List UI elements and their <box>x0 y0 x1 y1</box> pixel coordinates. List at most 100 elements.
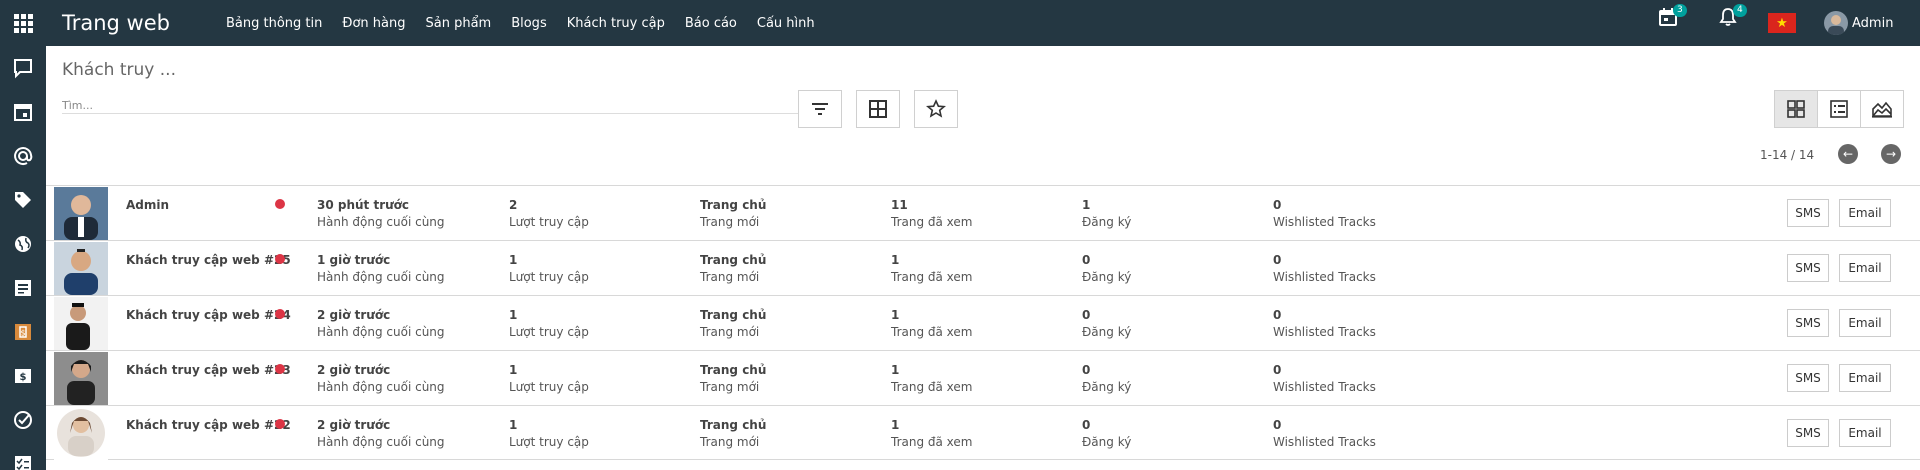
sidebar-todo[interactable] <box>0 398 46 442</box>
email-button[interactable]: Email <box>1839 419 1891 447</box>
grid-icon <box>869 100 887 118</box>
menu-item-configuration[interactable]: Cấu hình <box>747 16 825 31</box>
search-input[interactable] <box>62 99 762 112</box>
sms-button[interactable]: SMS <box>1787 254 1829 282</box>
list-icon <box>1830 100 1848 118</box>
visits-cell: 1 Lượt truy cập <box>509 253 589 284</box>
registrations-cell: 0 Đăng ký <box>1082 418 1132 449</box>
visitor-card[interactable]: Admin 30 phút trước Hành động cuối cùng 2… <box>46 185 1920 240</box>
apps-menu-button[interactable] <box>0 0 46 46</box>
group-by-button[interactable] <box>856 90 900 128</box>
favorites-button[interactable] <box>914 90 958 128</box>
sidebar-tasks[interactable] <box>0 442 46 470</box>
sidebar-payments[interactable]: $ <box>0 354 46 398</box>
email-button[interactable]: Email <box>1839 254 1891 282</box>
sms-button[interactable]: SMS <box>1787 419 1829 447</box>
sidebar-calendar[interactable] <box>0 90 46 134</box>
filter-icon <box>812 103 828 115</box>
registrations-cell: 1 Đăng ký <box>1082 198 1132 229</box>
kanban-icon <box>1787 100 1805 118</box>
at-icon <box>14 147 33 166</box>
pager-next-button[interactable]: → <box>1881 144 1901 164</box>
visitor-card[interactable]: Khách truy cập web #23 2 giờ trước Hành đ… <box>46 350 1920 405</box>
sidebar-sales[interactable]: $ <box>0 310 46 354</box>
menu-item-products[interactable]: Sản phẩm <box>415 16 501 31</box>
activity-button[interactable]: 3 <box>1658 0 1718 46</box>
visitor-card[interactable]: Khách truy cập web #25 1 giờ trước Hành đ… <box>46 240 1920 295</box>
visitor-avatar <box>54 242 108 295</box>
star-icon <box>926 99 946 118</box>
sidebar-documents[interactable] <box>0 266 46 310</box>
clipboard-icon: $ <box>15 324 31 340</box>
document-icon <box>15 280 31 296</box>
online-status-indicator <box>275 419 285 429</box>
visitor-list: Admin 30 phút trước Hành động cuối cùng 2… <box>46 185 1920 460</box>
visitor-card[interactable]: Khách truy cập web #22 2 giờ trước Hành đ… <box>46 405 1920 460</box>
user-menu[interactable]: Admin <box>1824 0 1904 46</box>
notifications-button[interactable]: 4 <box>1718 0 1768 46</box>
pages-viewed-cell: 1 Trang đã xem <box>891 418 973 449</box>
page-cell: Trang chủ Trang mới <box>700 363 767 394</box>
app-title[interactable]: Trang web <box>62 11 202 35</box>
visitor-name: Khách truy cập web #25 <box>126 253 291 267</box>
menu-item-orders[interactable]: Đơn hàng <box>332 16 415 31</box>
sidebar-tags[interactable] <box>0 178 46 222</box>
list-view-button[interactable] <box>1817 90 1861 128</box>
last-action-cell: 2 giờ trước Hành động cuối cùng <box>317 363 445 394</box>
filter-button[interactable] <box>798 90 842 128</box>
wishlisted-cell: 0 Wishlisted Tracks <box>1273 363 1376 394</box>
svg-text:$: $ <box>20 372 27 383</box>
wishlisted-cell: 0 Wishlisted Tracks <box>1273 253 1376 284</box>
activity-count-badge: 3 <box>1673 4 1687 17</box>
calendar-icon <box>14 104 32 121</box>
pages-viewed-cell: 1 Trang đã xem <box>891 363 973 394</box>
visits-cell: 2 Lượt truy cập <box>509 198 589 229</box>
sms-button[interactable]: SMS <box>1787 309 1829 337</box>
visits-cell: 1 Lượt truy cập <box>509 418 589 449</box>
visits-cell: 1 Lượt truy cập <box>509 363 589 394</box>
online-status-indicator <box>275 254 285 264</box>
visitor-avatar <box>54 187 108 240</box>
email-button[interactable]: Email <box>1839 199 1891 227</box>
registrations-cell: 0 Đăng ký <box>1082 363 1132 394</box>
visitor-card[interactable]: Khách truy cập web #24 2 giờ trước Hành đ… <box>46 295 1920 350</box>
menu-item-blogs[interactable]: Blogs <box>501 16 557 31</box>
email-button[interactable]: Email <box>1839 309 1891 337</box>
menu-item-dashboard[interactable]: Bảng thông tin <box>216 16 332 31</box>
visitor-name: Khách truy cập web #22 <box>126 418 291 432</box>
last-action-cell: 30 phút trước Hành động cuối cùng <box>317 198 445 229</box>
sms-button[interactable]: SMS <box>1787 199 1829 227</box>
sidebar-website[interactable] <box>0 222 46 266</box>
visits-cell: 1 Lượt truy cập <box>509 308 589 339</box>
menu-item-visitors[interactable]: Khách truy cập <box>557 16 675 31</box>
wishlisted-cell: 0 Wishlisted Tracks <box>1273 418 1376 449</box>
main-menu: Bảng thông tin Đơn hàng Sản phẩm Blogs K… <box>216 16 825 31</box>
visitor-avatar <box>54 407 108 460</box>
language-flag-button[interactable]: ★ <box>1768 0 1824 46</box>
registrations-cell: 0 Đăng ký <box>1082 253 1132 284</box>
vietnam-flag-icon: ★ <box>1768 13 1796 33</box>
last-action-cell: 1 giờ trước Hành động cuối cùng <box>317 253 445 284</box>
tasks-icon <box>15 456 31 470</box>
globe-icon <box>15 236 31 252</box>
graph-view-button[interactable] <box>1860 90 1904 128</box>
last-action-cell: 2 giờ trước Hành động cuối cùng <box>317 418 445 449</box>
user-name: Admin <box>1852 15 1894 31</box>
top-navbar: Trang web Bảng thông tin Đơn hàng Sản ph… <box>0 0 1920 46</box>
arrow-right-icon: → <box>1885 147 1897 161</box>
pager-value[interactable]: 1-14 / 14 <box>1760 148 1814 162</box>
pages-viewed-cell: 1 Trang đã xem <box>891 308 973 339</box>
sms-button[interactable]: SMS <box>1787 364 1829 392</box>
tag-icon <box>15 192 31 208</box>
check-circle-icon <box>14 411 32 429</box>
sidebar-mentions[interactable] <box>0 134 46 178</box>
pages-viewed-cell: 11 Trang đã xem <box>891 198 973 229</box>
kanban-view-button[interactable] <box>1774 90 1818 128</box>
pager-previous-button[interactable]: ← <box>1838 144 1858 164</box>
registrations-cell: 0 Đăng ký <box>1082 308 1132 339</box>
sidebar-discuss[interactable] <box>0 46 46 90</box>
visitor-avatar <box>54 352 108 405</box>
email-button[interactable]: Email <box>1839 364 1891 392</box>
wishlisted-cell: 0 Wishlisted Tracks <box>1273 308 1376 339</box>
menu-item-reports[interactable]: Báo cáo <box>675 16 747 31</box>
